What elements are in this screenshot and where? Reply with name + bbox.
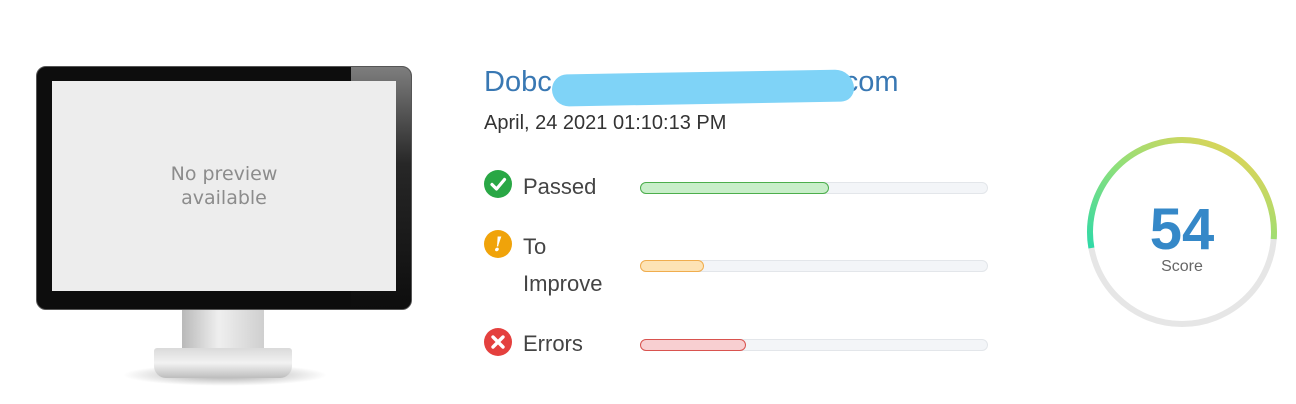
to-improve-label-line2: Improve: [523, 271, 603, 296]
errors-progress-fill: [640, 339, 746, 351]
exclamation-icon: !: [484, 230, 512, 258]
no-preview-text: No preview available: [170, 163, 278, 209]
score-value: 54: [1149, 197, 1215, 262]
x-icon: [484, 328, 512, 356]
check-icon: [484, 170, 512, 198]
audit-timestamp: April, 24 2021 01:10:13 PM: [484, 112, 727, 134]
monitor-stand-base: [154, 348, 292, 378]
site-title-start: Dobc: [484, 66, 552, 98]
to-improve-progress-track: [640, 260, 988, 272]
errors-progress-track: [640, 339, 988, 351]
redaction-mark: [551, 69, 855, 107]
to-improve-label-line1: To: [523, 234, 547, 259]
monitor-preview: No preview available: [36, 66, 412, 386]
score-label: Score: [1161, 258, 1203, 275]
monitor-screen: No preview available: [52, 81, 396, 291]
to-improve-progress-fill: [640, 260, 705, 272]
monitor-stand-neck: [182, 308, 264, 352]
monitor-frame: No preview available: [36, 66, 412, 310]
score-gauge: 54 Score: [1084, 134, 1280, 330]
passed-progress-fill: [640, 182, 829, 194]
passed-label: Passed: [523, 174, 597, 199]
errors-label: Errors: [523, 331, 583, 356]
passed-progress-track: [640, 182, 988, 194]
